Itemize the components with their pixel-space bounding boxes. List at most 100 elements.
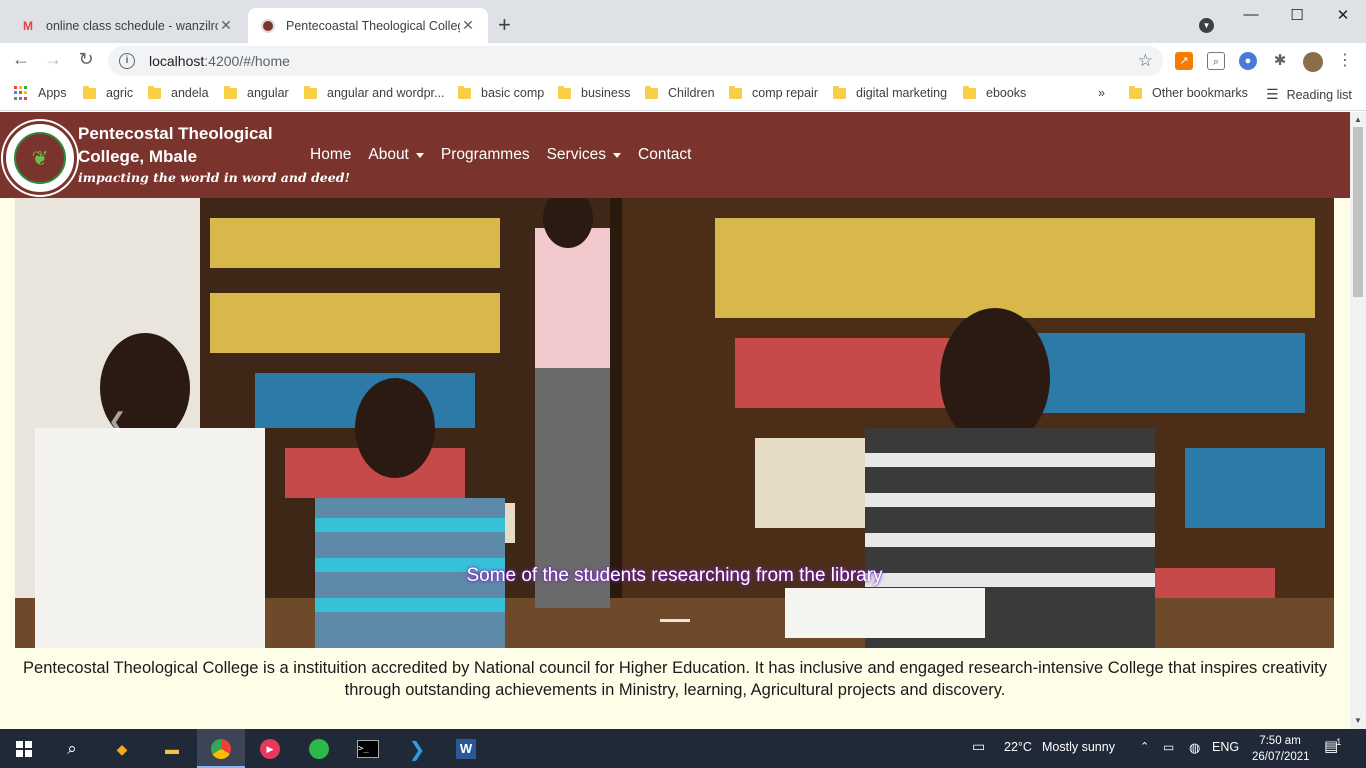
site-brand[interactable]: Pentecostal Theological College, Mbale xyxy=(78,122,273,168)
page-scrollbar[interactable]: ▲ ▼ xyxy=(1350,112,1366,729)
bookmark-folder[interactable]: andela xyxy=(148,85,209,100)
nav-about[interactable]: About xyxy=(368,146,424,164)
battery-icon[interactable]: ▭ xyxy=(1163,740,1174,754)
site-tagline: impacting the world in word and deed! xyxy=(78,170,350,185)
carousel-indicator[interactable] xyxy=(660,619,690,622)
bookmark-label: Children xyxy=(668,86,715,100)
weather-text[interactable]: Mostly sunny xyxy=(1042,740,1115,754)
tab-strip: M online class schedule - wanzilro@ ✕ Pe… xyxy=(0,0,1366,43)
chevron-double-right-icon: » xyxy=(1098,86,1105,100)
folder-icon xyxy=(304,85,317,99)
bookmark-star-icon[interactable]: ☆ xyxy=(1138,51,1153,71)
analytics-extension-icon[interactable]: ↗ xyxy=(1175,52,1193,70)
other-bookmarks[interactable]: Other bookmarks xyxy=(1129,85,1248,100)
scroll-down-icon[interactable]: ▼ xyxy=(1354,716,1362,725)
site-info-icon[interactable]: i xyxy=(119,53,135,69)
close-tab-icon[interactable]: ✕ xyxy=(218,17,234,34)
nav-programmes[interactable]: Programmes xyxy=(441,146,530,164)
scrollbar-thumb[interactable] xyxy=(1353,127,1363,297)
bookmark-folder[interactable]: comp repair xyxy=(729,85,818,100)
search-icon[interactable]: ⌕ xyxy=(60,737,84,761)
weather-temperature[interactable]: 22°C xyxy=(1004,740,1032,754)
caret-down-icon xyxy=(613,152,622,158)
folder-icon xyxy=(458,85,471,99)
compass-extension-icon[interactable]: ● xyxy=(1239,52,1257,70)
brand-line-2: College, Mbale xyxy=(78,147,198,166)
bookmark-folder[interactable]: Children xyxy=(645,85,715,100)
clock[interactable]: 7:50 am 26/07/2021 xyxy=(1252,733,1310,765)
green-app-icon[interactable] xyxy=(307,737,331,761)
folder-icon xyxy=(833,85,846,99)
college-logo[interactable]: ❦ xyxy=(3,121,77,195)
clock-time: 7:50 am xyxy=(1259,735,1301,747)
git-app-icon[interactable]: ◆ xyxy=(110,737,134,761)
notification-count: 1 xyxy=(1336,737,1342,747)
nav-home[interactable]: Home xyxy=(310,146,351,164)
nav-contact[interactable]: Contact xyxy=(638,146,691,164)
college-logo-icon xyxy=(260,18,276,34)
vscode-icon[interactable]: ❯ xyxy=(405,737,429,761)
folder-icon xyxy=(558,85,571,99)
media-player-icon[interactable]: ▶ xyxy=(258,737,282,761)
network-globe-icon[interactable]: ◍ xyxy=(1189,740,1200,756)
carousel-caption: Some of the students researching from th… xyxy=(466,565,883,586)
language-indicator[interactable]: ENG xyxy=(1212,740,1239,754)
url-text[interactable]: localhost:4200/#/home xyxy=(149,53,290,69)
tab-college[interactable]: Pentecoastal Theological College ✕ xyxy=(248,8,488,43)
profile-avatar[interactable] xyxy=(1303,52,1323,72)
bookmark-folder[interactable]: agric xyxy=(83,85,134,100)
apps-grid-icon xyxy=(14,86,28,100)
bookmark-folder[interactable]: digital marketing xyxy=(833,85,947,100)
chevron-up-icon[interactable]: ⌃ xyxy=(1140,740,1149,753)
bookmark-label: Reading list xyxy=(1286,87,1352,102)
search-extension-icon[interactable]: ⌕ xyxy=(1207,52,1225,70)
address-bar[interactable]: i localhost:4200/#/home ☆ xyxy=(108,46,1163,76)
bookmark-label: business xyxy=(581,86,631,100)
scroll-up-icon[interactable]: ▲ xyxy=(1354,115,1362,124)
wheat-icon: ❦ xyxy=(14,132,66,184)
bookmarks-overflow-button[interactable]: » xyxy=(1098,86,1105,100)
windows-logo-icon xyxy=(16,741,32,757)
minimize-icon[interactable]: — xyxy=(1228,6,1274,23)
bookmark-folder[interactable]: angular xyxy=(224,85,289,100)
reading-list-icon: ☰ xyxy=(1266,86,1279,102)
bookmark-label: Apps xyxy=(38,86,67,100)
maximize-icon[interactable]: ☐ xyxy=(1274,6,1320,24)
nav-label: Services xyxy=(546,146,607,163)
reading-list[interactable]: ☰ Reading list xyxy=(1266,86,1352,103)
bookmark-apps[interactable]: Apps xyxy=(14,86,67,100)
tab-search-icon[interactable]: ▼ xyxy=(1199,18,1214,33)
word-icon[interactable]: W xyxy=(454,737,478,761)
browser-toolbar: ← → ↻ i localhost:4200/#/home ☆ ↗ ⌕ ● ✱ … xyxy=(0,43,1366,79)
windows-start-icon[interactable] xyxy=(12,737,36,761)
folder-icon xyxy=(83,85,96,99)
forward-icon[interactable]: → xyxy=(41,49,65,70)
nav-services[interactable]: Services xyxy=(546,146,622,164)
bookmark-folder[interactable]: ebooks xyxy=(963,85,1026,100)
carousel-prev-icon[interactable]: ❮ xyxy=(108,408,126,434)
tab-gmail[interactable]: M online class schedule - wanzilro@ ✕ xyxy=(8,8,246,43)
terminal-icon[interactable]: >_ xyxy=(356,737,380,761)
menu-kebab-icon[interactable]: ⋮ xyxy=(1336,52,1354,70)
back-icon[interactable]: ← xyxy=(9,49,33,70)
chrome-icon[interactable] xyxy=(209,737,233,761)
clock-date: 26/07/2021 xyxy=(1252,751,1310,763)
close-tab-icon[interactable]: ✕ xyxy=(460,17,476,34)
web-page: ❦ Pentecostal Theological College, Mbale… xyxy=(0,112,1350,729)
bookmark-folder[interactable]: business xyxy=(558,85,631,100)
bookmark-label: andela xyxy=(171,86,209,100)
bookmark-label: agric xyxy=(106,86,134,100)
file-explorer-icon[interactable]: ▬ xyxy=(160,737,184,761)
notifications-icon[interactable]: ▤1 xyxy=(1324,737,1343,755)
close-window-icon[interactable]: ✕ xyxy=(1320,6,1366,24)
bookmark-label: Other bookmarks xyxy=(1152,86,1248,100)
bookmark-folder[interactable]: basic comp xyxy=(458,85,544,100)
bookmark-label: angular xyxy=(247,86,289,100)
reload-icon[interactable]: ↻ xyxy=(74,49,98,70)
extensions-puzzle-icon[interactable]: ✱ xyxy=(1271,52,1289,70)
nav-label: Programmes xyxy=(440,146,530,163)
new-tab-button[interactable]: + xyxy=(498,13,511,37)
bookmark-folder[interactable]: angular and wordpr... xyxy=(304,85,444,100)
bookmark-label: comp repair xyxy=(752,86,818,100)
weather-icon[interactable]: ▭ xyxy=(972,738,985,755)
